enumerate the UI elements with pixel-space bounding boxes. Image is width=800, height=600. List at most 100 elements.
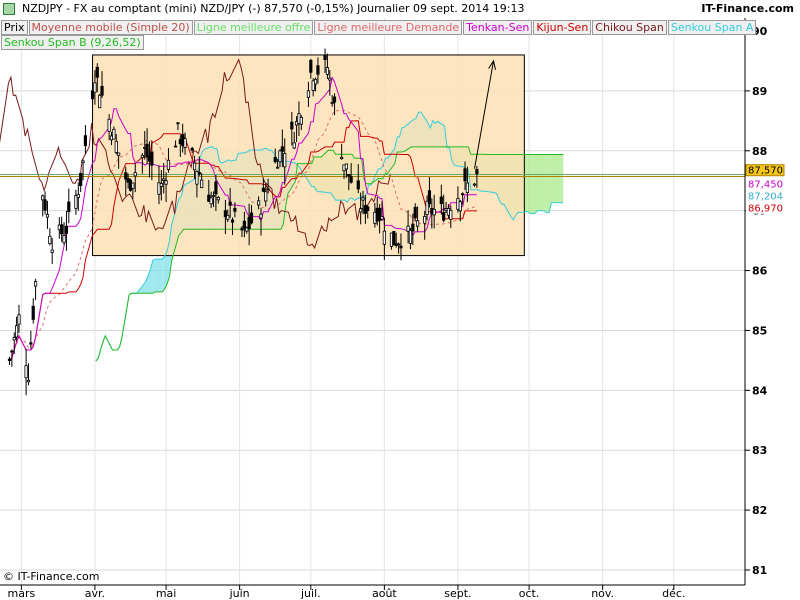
- candle-body: [62, 235, 66, 244]
- candle-body: [396, 243, 401, 246]
- legend-item[interactable]: Moyenne mobile (Simple 20): [28, 20, 193, 35]
- candle-body: [26, 379, 31, 383]
- candle-body: [230, 219, 235, 223]
- candle-body: [278, 150, 282, 163]
- candle-body: [413, 206, 417, 219]
- cloud-segment: [551, 154, 554, 203]
- candle-body: [261, 187, 265, 192]
- candle-body: [228, 201, 232, 206]
- y-tick-label: 81: [752, 564, 767, 577]
- candle-body: [93, 82, 97, 93]
- legend-row: Prix Moyenne mobile (Simple 20) Ligne meil…: [1, 20, 757, 35]
- cloud-segment: [155, 259, 163, 292]
- candle-body: [162, 178, 166, 181]
- x-tick-label: oct.: [519, 587, 540, 600]
- candle-body: [164, 180, 168, 185]
- legend-item[interactable]: Ligne meilleure offre: [193, 20, 314, 35]
- legend-item[interactable]: Prix: [1, 20, 28, 35]
- candle-body: [17, 314, 21, 325]
- candle-body: [41, 195, 45, 201]
- candle-body: [439, 196, 443, 205]
- candle-body: [60, 224, 64, 235]
- candle-body: [349, 176, 353, 183]
- candle-body: [280, 146, 284, 152]
- candle-body: [150, 151, 154, 166]
- x-tick-label: avr.: [85, 587, 105, 600]
- candle-body: [79, 172, 83, 187]
- y-tick-label: 85: [752, 324, 767, 337]
- candle-body: [458, 201, 462, 212]
- candle-body: [275, 166, 280, 169]
- x-tick-label: août: [372, 587, 397, 600]
- candle-body: [427, 190, 432, 205]
- candle-body: [173, 145, 178, 148]
- candle-body: [7, 358, 12, 361]
- legend-item[interactable]: Chikou Span: [592, 20, 667, 35]
- candle-body: [249, 212, 254, 224]
- candle-body: [475, 169, 479, 175]
- copyright-label: © IT-Finance.com: [3, 570, 100, 583]
- candle-body: [392, 231, 396, 246]
- price-label: 87,204: [748, 192, 783, 203]
- cloud-segment: [530, 154, 533, 214]
- legend-item[interactable]: Tenkan-Sen: [463, 20, 533, 35]
- legend-item[interactable]: Senkou Span A: [667, 20, 757, 35]
- candle-body: [33, 281, 38, 287]
- candle-body: [48, 235, 52, 245]
- legend-item[interactable]: Senkou Span B (9,26,52): [1, 35, 144, 50]
- candle-body: [242, 220, 246, 229]
- legend-item[interactable]: Ligne meilleure Demande: [314, 20, 463, 35]
- cloud-segment: [546, 154, 550, 213]
- candle-body: [29, 342, 33, 345]
- y-tick-label: 82: [752, 504, 767, 517]
- x-tick-label: juin: [229, 587, 250, 600]
- candle-body: [76, 194, 80, 198]
- cloud-segment: [532, 154, 535, 214]
- candle-body: [313, 78, 318, 85]
- candle-body: [257, 200, 261, 206]
- candle-body: [117, 152, 121, 156]
- legend-item[interactable]: Kijun-Sen: [533, 20, 592, 35]
- candle-body: [10, 350, 14, 353]
- candle-body: [50, 249, 54, 253]
- candle-body: [95, 66, 99, 78]
- candle-body: [344, 163, 349, 170]
- candle-body: [292, 142, 296, 149]
- candle-body: [12, 337, 16, 341]
- cloud-segment: [544, 154, 547, 213]
- candle-body: [81, 160, 85, 163]
- candle-body: [465, 182, 470, 193]
- candle-body: [273, 157, 277, 163]
- candle-body: [159, 183, 163, 187]
- cloud-segment: [527, 154, 531, 214]
- candle-body: [442, 212, 446, 221]
- candle-body: [226, 214, 230, 220]
- candle-body: [264, 191, 268, 202]
- candle-body: [283, 153, 287, 168]
- candle-body: [133, 172, 137, 177]
- cloud-segment: [553, 154, 561, 203]
- candle-body: [472, 183, 477, 186]
- candle-body: [112, 128, 116, 140]
- price-chart: 81828384858687888990 marsavr.maijuinjuil…: [0, 18, 785, 600]
- candle-body: [306, 90, 311, 98]
- candle-body: [328, 77, 332, 81]
- candle-body: [64, 225, 69, 234]
- candle-body: [240, 227, 244, 231]
- candle-body: [463, 168, 467, 182]
- candle-body: [83, 135, 88, 147]
- candle-body: [98, 94, 102, 109]
- candle-body: [325, 67, 330, 75]
- candle-body: [114, 140, 118, 153]
- price-labels: 87,570 87,45087,20486,970: [745, 164, 785, 215]
- y-tick-label: 84: [752, 384, 768, 397]
- candle-body: [380, 216, 384, 220]
- candle-body: [309, 59, 313, 73]
- candle-body: [347, 174, 351, 177]
- candle-body: [45, 214, 50, 218]
- price-label: 87,570: [748, 166, 783, 177]
- x-tick-label: sept.: [444, 587, 471, 600]
- price-label: 86,970: [748, 204, 783, 215]
- cloud-segment: [560, 154, 564, 203]
- candle-body: [266, 188, 270, 191]
